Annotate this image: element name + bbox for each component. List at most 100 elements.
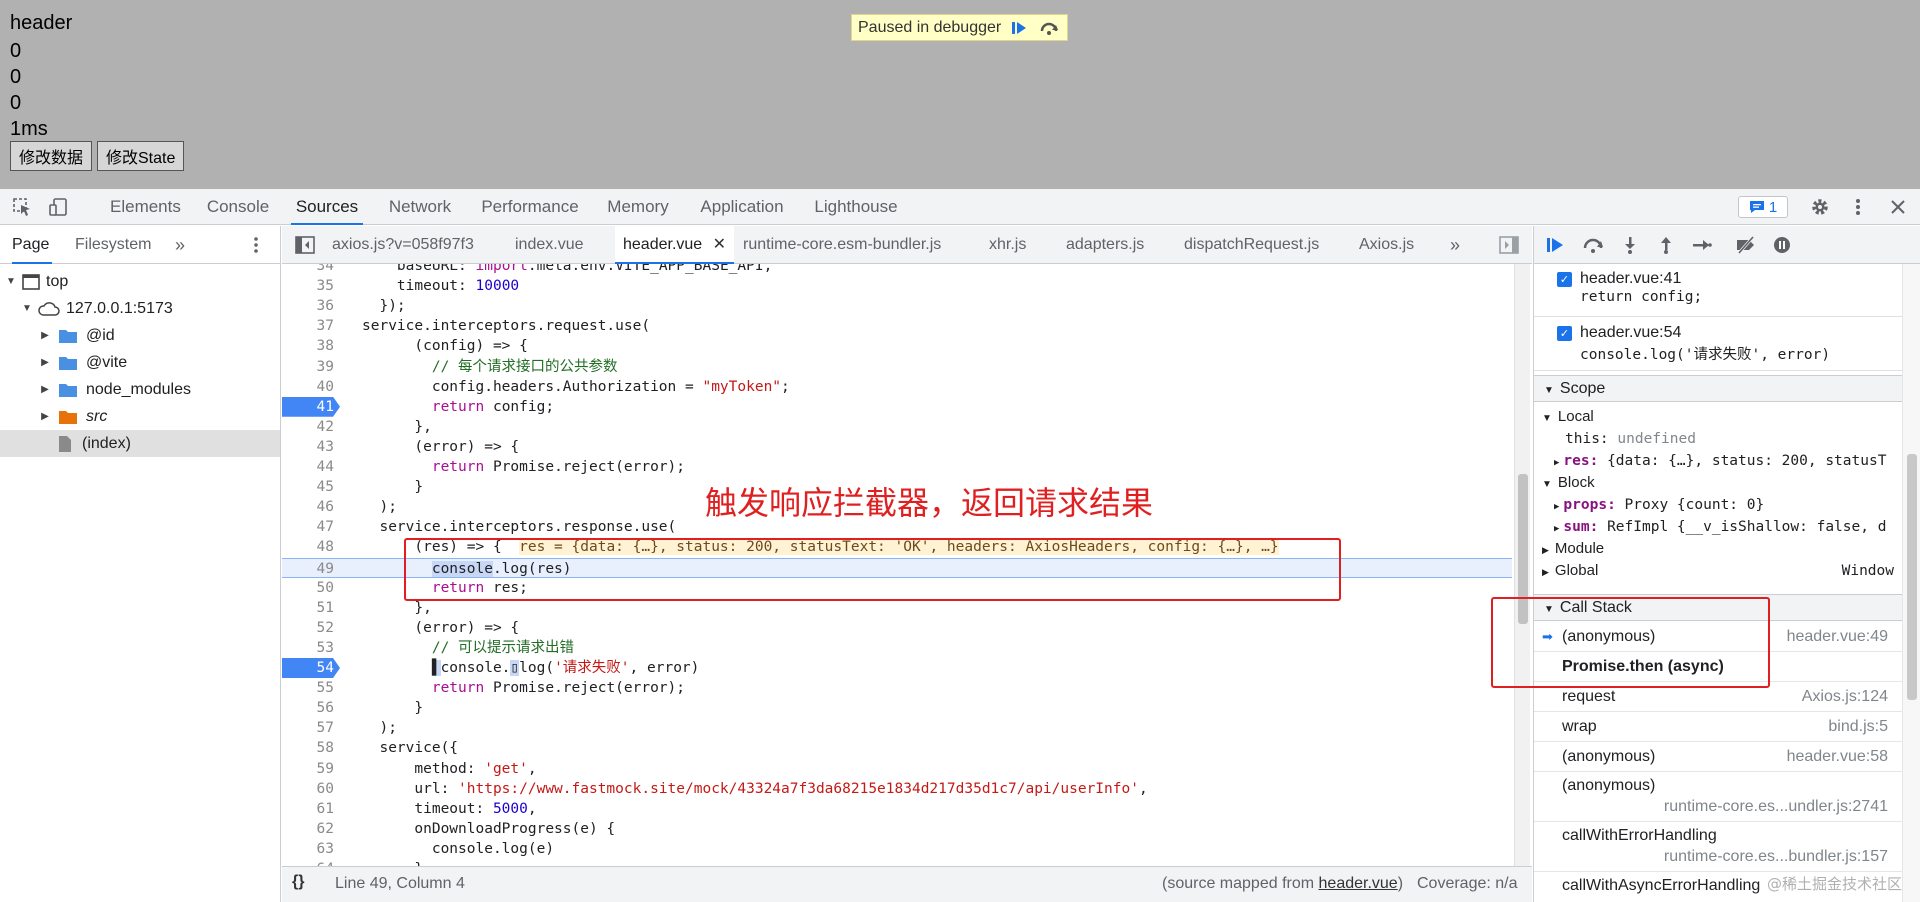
code-line[interactable]: 44 return Promise.reject(error);	[282, 457, 1512, 477]
code-line[interactable]: 60 url: 'https://www.fastmock.site/mock/…	[282, 779, 1512, 799]
scope-global[interactable]: ▶ Global Window	[1534, 560, 1902, 582]
modify-state-button[interactable]: 修改State	[97, 141, 185, 171]
close-icon[interactable]	[1887, 196, 1909, 218]
resume-icon[interactable]	[1544, 234, 1566, 256]
breakpoint-checkbox[interactable]: ✓	[1557, 272, 1572, 287]
code-line[interactable]: 58 service({	[282, 738, 1512, 758]
tree-item-top[interactable]: ▼ top	[0, 268, 280, 295]
line-number[interactable]: 43	[282, 437, 334, 457]
line-number[interactable]: 64	[282, 859, 334, 866]
line-number[interactable]: 63	[282, 839, 334, 859]
line-number[interactable]: 36	[282, 296, 334, 316]
tree-item-file[interactable]: (index)	[0, 430, 280, 457]
line-number[interactable]: 48	[282, 537, 334, 557]
close-tab-icon[interactable]: ✕	[713, 236, 726, 253]
line-number[interactable]: 44	[282, 457, 334, 477]
tree-item-folder[interactable]: ▶ src	[0, 403, 280, 430]
code-line[interactable]: 41 return config;	[282, 396, 1512, 417]
breakpoint-item[interactable]: ✓ header.vue:54 console.log('请求失败', erro…	[1534, 318, 1902, 371]
device-toolbar-icon[interactable]	[47, 196, 69, 218]
deactivate-breakpoints-icon[interactable]	[1735, 234, 1757, 256]
code-line[interactable]: 35 timeout: 10000	[282, 276, 1512, 296]
editor-tab[interactable]: index.vue	[515, 226, 584, 264]
line-number[interactable]: 39	[282, 357, 334, 377]
line-number[interactable]: 47	[282, 517, 334, 537]
code-line[interactable]: 59 method: 'get',	[282, 759, 1512, 779]
scope-block[interactable]: ▼ Block	[1534, 472, 1902, 494]
code-line[interactable]: 54 ▌console.▯log('请求失败', error)	[282, 658, 1512, 678]
line-number[interactable]: 62	[282, 819, 334, 839]
editor-tab[interactable]: Axios.js	[1359, 226, 1414, 264]
editor-scrollbar[interactable]	[1514, 264, 1530, 866]
breakpoint-item[interactable]: ✓ header.vue:41 return config;	[1534, 264, 1902, 317]
code-line[interactable]: 36 });	[282, 296, 1512, 316]
scope-local[interactable]: ▼ Local	[1534, 406, 1902, 428]
tree-item-origin[interactable]: ▼ 127.0.0.1:5173	[0, 295, 280, 322]
line-number[interactable]: 35	[282, 276, 334, 296]
tab-page[interactable]: Page	[12, 226, 52, 264]
code-line[interactable]: 62 onDownloadProgress(e) {	[282, 819, 1512, 839]
tab-performance[interactable]: Performance	[481, 189, 579, 225]
breakpoint-line-number[interactable]: 54	[282, 658, 340, 678]
editor-tab[interactable]: dispatchRequest.js	[1184, 226, 1319, 264]
scope-var-res[interactable]: ▶ res: {data: {…}, status: 200, statusT	[1534, 450, 1902, 472]
line-number[interactable]: 60	[282, 779, 334, 799]
gear-icon[interactable]	[1809, 196, 1831, 218]
code-line[interactable]: 38 (config) => {	[282, 336, 1512, 356]
scope-var-props[interactable]: ▶ props: Proxy {count: 0}	[1534, 494, 1902, 516]
issues-badge[interactable]: 1	[1738, 196, 1788, 218]
step-over-icon[interactable]	[1582, 234, 1604, 256]
toggle-navigator-icon[interactable]	[294, 234, 316, 256]
line-number[interactable]: 34	[282, 264, 334, 276]
line-number[interactable]: 50	[282, 578, 334, 598]
code-line[interactable]: 64 }	[282, 859, 1512, 866]
more-tabs-icon[interactable]: »	[1450, 226, 1460, 264]
callstack-frame[interactable]: (anonymous) header.vue:58	[1534, 742, 1902, 772]
code-line[interactable]: 53 // 可以提示请求出错	[282, 638, 1512, 658]
line-number[interactable]: 61	[282, 799, 334, 819]
editor-tab[interactable]: runtime-core.esm-bundler.js	[743, 226, 941, 264]
tree-item-folder[interactable]: ▶ @id	[0, 322, 280, 349]
callstack-frame[interactable]: wrap bind.js:5	[1534, 712, 1902, 742]
tab-lighthouse[interactable]: Lighthouse	[812, 189, 900, 225]
code-line[interactable]: 55 return Promise.reject(error);	[282, 678, 1512, 698]
scope-section-header[interactable]: ▼ Scope	[1534, 375, 1902, 402]
tree-item-folder[interactable]: ▶ node_modules	[0, 376, 280, 403]
pretty-print-icon[interactable]: {}	[292, 873, 304, 891]
navigator-menu-icon[interactable]	[253, 226, 263, 264]
more-options-icon[interactable]	[1847, 196, 1869, 218]
code-line[interactable]: 34 baseURL: import.meta.env.VITE_APP_BAS…	[282, 264, 1512, 276]
code-line[interactable]: 56 }	[282, 698, 1512, 718]
tab-filesystem[interactable]: Filesystem	[75, 226, 155, 264]
line-number[interactable]: 42	[282, 417, 334, 437]
line-number[interactable]: 56	[282, 698, 334, 718]
code-line[interactable]: 42 },	[282, 417, 1512, 437]
resume-icon[interactable]	[1007, 18, 1031, 38]
tab-memory[interactable]: Memory	[604, 189, 672, 225]
callstack-frame[interactable]: (anonymous) runtime-core.es...undler.js:…	[1534, 772, 1902, 822]
source-map-link[interactable]: header.vue	[1319, 875, 1398, 892]
line-number[interactable]: 57	[282, 718, 334, 738]
editor-tab-active[interactable]: header.vue ✕	[615, 226, 735, 264]
code-line[interactable]: 37 service.interceptors.request.use(	[282, 316, 1512, 336]
code-line[interactable]: 52 (error) => {	[282, 618, 1512, 638]
line-number[interactable]: 52	[282, 618, 334, 638]
scrollbar-thumb[interactable]	[1907, 454, 1917, 700]
tab-application[interactable]: Application	[698, 189, 786, 225]
scope-module[interactable]: ▶ Module	[1534, 538, 1902, 560]
modify-data-button[interactable]: 修改数据	[10, 141, 93, 171]
line-number[interactable]: 40	[282, 377, 334, 397]
line-number[interactable]: 37	[282, 316, 334, 336]
line-number[interactable]: 58	[282, 738, 334, 758]
line-number[interactable]: 59	[282, 759, 334, 779]
step-icon[interactable]	[1691, 234, 1713, 256]
code-line[interactable]: 57 );	[282, 718, 1512, 738]
more-tabs-icon[interactable]: »	[175, 226, 195, 264]
tab-network[interactable]: Network	[386, 189, 454, 225]
code-line[interactable]: 39 // 每个请求接口的公共参数	[282, 357, 1512, 377]
tab-sources[interactable]: Sources	[291, 189, 363, 225]
code-line[interactable]: 61 timeout: 5000,	[282, 799, 1512, 819]
step-into-icon[interactable]	[1619, 234, 1641, 256]
line-number[interactable]: 38	[282, 336, 334, 356]
line-number[interactable]: 51	[282, 598, 334, 618]
